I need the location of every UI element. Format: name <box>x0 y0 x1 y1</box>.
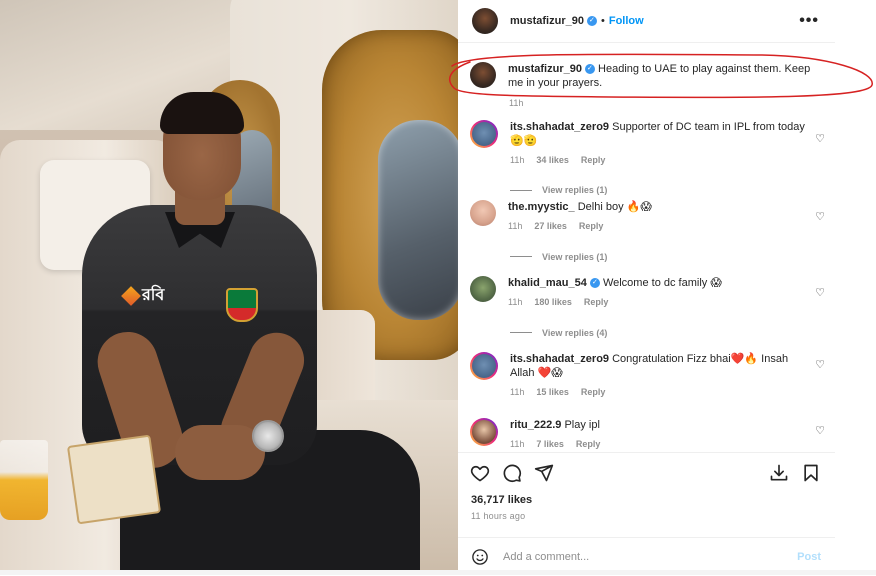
window-bottom-edge <box>0 570 876 575</box>
sponsor-logo-icon <box>121 285 141 306</box>
comment-body: khalid_mau_54 ✓ Welcome to dc family 😱 11… <box>508 276 804 310</box>
heart-icon[interactable] <box>470 463 490 483</box>
caption-text-block: mustafizur_90 ✓ Heading to UAE to play ag… <box>508 62 828 90</box>
post-likes-count[interactable]: 36,717 likes <box>471 494 532 506</box>
comment-meta: 11h 27 likes Reply <box>508 219 804 233</box>
sponsor-text: রবি <box>142 287 165 304</box>
reply-button[interactable]: Reply <box>576 437 601 451</box>
commenter-avatar[interactable] <box>470 418 498 446</box>
secondary-actions <box>769 463 821 483</box>
comment-text: Play ipl <box>564 419 600 431</box>
reply-button[interactable]: Reply <box>581 153 606 167</box>
comment-list: its.shahadat_zero9 Supporter of DC team … <box>470 120 825 452</box>
follow-button[interactable]: Follow <box>609 15 644 27</box>
like-comment-heart-icon[interactable]: ♡ <box>815 358 825 371</box>
reply-button[interactable]: Reply <box>584 295 609 309</box>
view-replies-label[interactable]: View replies (4) <box>542 328 607 338</box>
like-comment-heart-icon[interactable]: ♡ <box>815 210 825 223</box>
like-comment-heart-icon[interactable]: ♡ <box>815 132 825 145</box>
commenter-avatar[interactable] <box>470 200 496 226</box>
download-icon[interactable] <box>769 463 789 483</box>
comment-item: ritu_222.9 Play ipl 11h 7 likes Reply ♡ <box>470 402 825 452</box>
commenter-avatar[interactable] <box>470 276 496 302</box>
comment-time: 11h <box>508 221 523 231</box>
bookmark-icon[interactable] <box>801 463 821 483</box>
commenter-username[interactable]: ritu_222.9 <box>510 419 561 431</box>
comment-time: 11h <box>510 387 525 397</box>
jersey-sponsor: রবি <box>121 282 165 309</box>
caption-author-username[interactable]: mustafizur_90 <box>508 63 582 75</box>
comment-body: its.shahadat_zero9 Congratulation Fizz b… <box>510 352 806 402</box>
comment-likes[interactable]: 15 likes <box>536 385 569 399</box>
comment-meta: 11h 15 likes Reply <box>510 385 806 399</box>
more-options-icon[interactable]: ••• <box>799 12 819 30</box>
commenter-username[interactable]: the.myystic_ <box>508 201 575 213</box>
comment-item: its.shahadat_zero9 Congratulation Fizz b… <box>470 338 825 402</box>
comment-text: Welcome to dc family 😱 <box>602 277 722 289</box>
primary-actions <box>470 463 554 483</box>
caption-timestamp: 11h <box>509 98 524 108</box>
reply-button[interactable]: Reply <box>579 219 604 233</box>
view-replies-label[interactable]: View replies (1) <box>542 252 607 262</box>
post-comment-button[interactable]: Post <box>797 551 821 563</box>
comment-body: the.myystic_ Delhi boy 🔥😱 11h 27 likes R… <box>508 200 804 234</box>
juice-glass <box>0 440 48 520</box>
page-gutter <box>835 0 876 575</box>
comment-time: 11h <box>510 439 525 449</box>
like-comment-heart-icon[interactable]: ♡ <box>815 424 825 437</box>
post-detail-panel: mustafizur_90 ✓ • Follow ••• mustafizur_… <box>458 0 835 575</box>
food-tray <box>66 434 162 525</box>
comment-body: its.shahadat_zero9 Supporter of DC team … <box>510 120 806 167</box>
verified-badge-icon: ✓ <box>586 16 597 26</box>
comment-likes[interactable]: 34 likes <box>536 153 569 167</box>
comment-likes[interactable]: 27 likes <box>534 219 567 233</box>
comment-time: 11h <box>510 155 525 165</box>
comment-meta: 11h 34 likes Reply <box>510 153 806 167</box>
reply-button[interactable]: Reply <box>581 385 606 399</box>
replies-line <box>510 332 532 334</box>
commenter-username[interactable]: khalid_mau_54 <box>508 277 587 289</box>
caption-author-avatar[interactable] <box>470 62 496 88</box>
share-icon[interactable] <box>534 463 554 483</box>
comment-item: the.myystic_ Delhi boy 🔥😱 11h 27 likes R… <box>470 186 825 262</box>
post-photo[interactable]: রবি <box>0 0 458 575</box>
separator-dot: • <box>600 15 605 27</box>
replies-line <box>510 256 532 258</box>
comment-input[interactable] <box>501 550 775 564</box>
post-timestamp: 11 hours ago <box>471 511 526 521</box>
commenter-username[interactable]: its.shahadat_zero9 <box>510 121 609 133</box>
comment-body: ritu_222.9 Play ipl 11h 7 likes Reply <box>510 418 806 452</box>
comment-item: its.shahadat_zero9 Supporter of DC team … <box>470 120 825 195</box>
like-comment-heart-icon[interactable]: ♡ <box>815 286 825 299</box>
view-replies-button[interactable]: View replies (1) <box>510 252 607 263</box>
author-avatar[interactable] <box>472 8 498 34</box>
verified-badge-icon: ✓ <box>584 64 595 75</box>
comment-meta: 11h 7 likes Reply <box>510 437 806 451</box>
comment-likes[interactable]: 180 likes <box>534 295 572 309</box>
comment-text: Delhi boy 🔥😱 <box>577 201 652 213</box>
comment-likes[interactable]: 7 likes <box>536 437 564 451</box>
post-actions-bar: 36,717 likes 11 hours ago Post <box>458 452 835 575</box>
comment-icon[interactable] <box>502 463 522 483</box>
team-crest-icon <box>226 288 258 322</box>
emoji-icon[interactable] <box>471 548 489 566</box>
wristwatch <box>252 420 284 452</box>
post-caption: mustafizur_90 ✓ Heading to UAE to play ag… <box>470 62 830 90</box>
airplane-window-glass <box>378 120 458 320</box>
comment-meta: 11h 180 likes Reply <box>508 295 804 309</box>
verified-badge-icon: ✓ <box>589 278 600 289</box>
comment-time: 11h <box>508 297 523 307</box>
commenter-username[interactable]: its.shahadat_zero9 <box>510 353 609 365</box>
author-username[interactable]: mustafizur_90 <box>510 15 584 27</box>
post-header: mustafizur_90 ✓ • Follow ••• <box>458 0 835 43</box>
commenter-avatar[interactable] <box>470 352 498 380</box>
comment-item: khalid_mau_54 ✓ Welcome to dc family 😱 11… <box>470 262 825 338</box>
commenter-avatar[interactable] <box>470 120 498 148</box>
view-replies-button[interactable]: View replies (4) <box>510 328 607 339</box>
